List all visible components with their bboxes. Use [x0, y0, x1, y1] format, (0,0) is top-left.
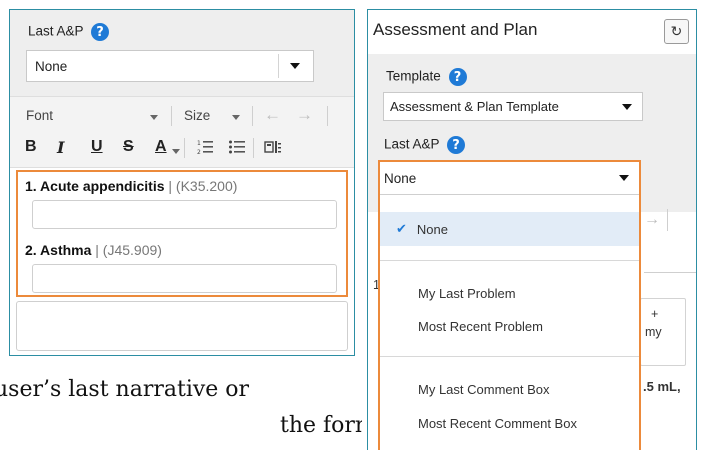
dropdown-option-none[interactable]: ✔ None [380, 212, 639, 246]
last-ap-dropdown: None ✔ None My Last Problem Most Recent … [378, 160, 641, 450]
dropdown-option-label: My Last Comment Box [418, 381, 550, 397]
problem-list-editor: 1. Acute appendicitis | (K35.200) 2. Ast… [16, 170, 348, 297]
refresh-icon: ↻ [670, 23, 683, 39]
chevron-down-icon [619, 175, 629, 181]
underline-button[interactable]: U [91, 138, 103, 156]
dropdown-option-my-last-problem[interactable]: My Last Problem [380, 276, 639, 310]
last-ap-label-text: Last A&P [384, 136, 440, 152]
left-ap-panel: Last A&P ? None Font Size ← → B I U S A … [9, 9, 355, 356]
strikethrough-button[interactable]: S [123, 138, 134, 156]
last-ap-select-value: None [384, 170, 417, 186]
svg-text:1: 1 [197, 140, 201, 147]
document-paragraph: user’s last narrative or the form. Fi [0, 372, 362, 450]
problem-name: 1. Acute appendicitis [25, 178, 165, 194]
help-icon[interactable]: ? [91, 23, 110, 41]
svg-text:2: 2 [197, 149, 201, 155]
checkmark-icon: ✔ [396, 221, 407, 236]
numbered-list-icon[interactable]: 1 2 [197, 139, 213, 160]
template-label: Template ? [386, 68, 467, 86]
refresh-button[interactable]: ↻ [664, 19, 689, 44]
rich-text-toolbar: Font Size ← → B I U S A 1 2 [10, 96, 354, 168]
help-icon[interactable]: ? [447, 136, 466, 154]
toolbar-divider [184, 138, 185, 158]
problem-heading: 2. Asthma | (J45.909) [25, 242, 162, 258]
redo-icon: → [644, 211, 660, 228]
chevron-down-icon [622, 103, 632, 110]
font-size-dropdown[interactable]: Size [184, 108, 210, 123]
toolbar-divider [171, 106, 172, 126]
chevron-down-icon [172, 149, 180, 154]
last-ap-select[interactable]: None [26, 50, 314, 82]
problem-code: | (K35.200) [168, 178, 238, 194]
dropdown-option-label: Most Recent Problem [418, 318, 543, 334]
toolbar-divider [253, 138, 254, 158]
select-divider [278, 54, 279, 78]
template-select[interactable]: Assessment & Plan Template [383, 92, 643, 121]
font-color-button[interactable]: A [155, 138, 167, 156]
problem-code: | (J45.909) [95, 242, 162, 258]
panel-title: Assessment and Plan [373, 20, 538, 39]
last-ap-select-value: None [35, 58, 68, 74]
background-fragment: .5 mL, [643, 379, 681, 394]
toolbar-divider [252, 106, 253, 126]
last-ap-label: Last A&P ? [28, 23, 110, 41]
redo-icon[interactable]: → [296, 105, 313, 125]
dropdown-option-label: My Last Problem [418, 285, 516, 301]
undo-icon[interactable]: ← [264, 105, 281, 125]
dropdown-option-my-last-comment-box[interactable]: My Last Comment Box [380, 372, 639, 406]
paragraph-line: the form. Fi [280, 413, 362, 438]
dropdown-divider [380, 260, 639, 261]
help-icon[interactable]: ? [448, 68, 467, 86]
bulleted-list-icon[interactable] [229, 139, 245, 160]
background-fragment: my [645, 325, 662, 339]
dropdown-option-label: Most Recent Comment Box [418, 415, 577, 431]
dropdown-divider [380, 356, 639, 357]
background-fragment: + [651, 307, 659, 321]
left-panel-header: Last A&P ? None [10, 10, 354, 96]
chevron-down-icon [290, 63, 300, 69]
last-ap-label: Last A&P ? [384, 136, 466, 154]
dropdown-option-most-recent-comment-box[interactable]: Most Recent Comment Box [380, 406, 639, 440]
last-ap-select[interactable]: None [380, 162, 639, 195]
last-ap-label-text: Last A&P [28, 23, 84, 39]
toolbar-border [644, 272, 696, 273]
toolbar-divider [327, 106, 328, 126]
panel-title-bar: Assessment and Plan ↻ [368, 10, 696, 54]
bold-button[interactable]: B [25, 138, 37, 156]
dropdown-option-most-recent-problem[interactable]: Most Recent Problem [380, 309, 639, 343]
problem-note-input[interactable] [32, 200, 337, 229]
font-family-dropdown[interactable]: Font [26, 108, 53, 123]
template-label-text: Template [386, 68, 441, 84]
toolbar-divider [667, 209, 668, 231]
dropdown-option-label: None [416, 221, 448, 237]
italic-button[interactable]: I [57, 138, 64, 157]
problem-name: 2. Asthma [25, 242, 92, 258]
problem-note-input[interactable] [32, 264, 337, 293]
problem-heading: 1. Acute appendicitis | (K35.200) [25, 178, 237, 194]
insert-field-icon[interactable] [264, 139, 282, 160]
comment-box[interactable] [16, 301, 348, 351]
chevron-down-icon [150, 115, 158, 120]
chevron-down-icon [232, 115, 240, 120]
paragraph-line: user’s last narrative or [0, 377, 250, 402]
template-select-value: Assessment & Plan Template [390, 99, 559, 114]
